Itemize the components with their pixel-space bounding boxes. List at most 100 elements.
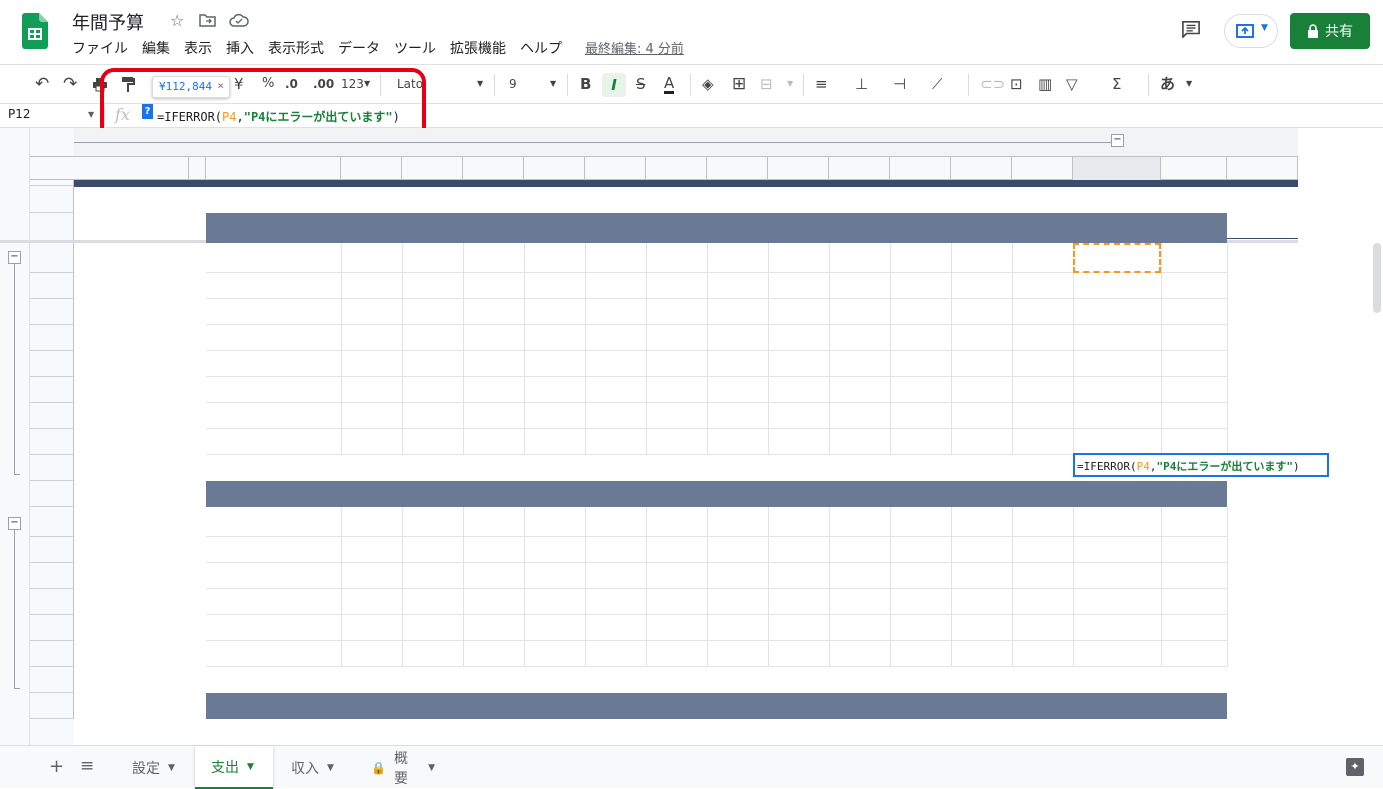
grid-line <box>890 537 891 563</box>
column-header-g[interactable] <box>524 157 585 180</box>
group-collapse-button[interactable]: − <box>8 517 21 530</box>
strikethrough-button[interactable]: S <box>636 75 646 93</box>
comment-icon[interactable]: ⊡ <box>1010 75 1023 93</box>
grid-line <box>1073 589 1074 615</box>
grid-line <box>463 641 464 667</box>
column-header-n[interactable] <box>951 157 1012 180</box>
tab-2[interactable]: 支出 ▼ <box>195 746 273 789</box>
column-header-j[interactable] <box>707 157 768 180</box>
row-header[interactable] <box>30 243 74 273</box>
active-cell-editor[interactable]: =IFERROR(P4,"P4にエラーが出ています") <box>1073 453 1329 477</box>
row-header[interactable] <box>30 507 74 537</box>
row-header[interactable] <box>30 351 74 377</box>
column-header-o[interactable] <box>1012 157 1073 180</box>
italic-button[interactable]: I <box>602 73 626 97</box>
menu-file[interactable]: ファイル <box>72 38 128 58</box>
tab-3[interactable]: 収入 ▼ <box>275 746 353 789</box>
chart-icon[interactable]: ▥ <box>1038 75 1052 93</box>
star-icon[interactable]: ☆ <box>170 11 184 30</box>
row-header[interactable] <box>30 641 74 667</box>
grid-line <box>707 243 708 273</box>
column-header-f[interactable] <box>463 157 524 180</box>
row-header[interactable] <box>30 537 74 563</box>
merge-cells-icon[interactable]: ⊟ <box>760 75 773 93</box>
tab-4[interactable]: 🔒 概要 ▼ <box>355 746 451 789</box>
chevron-down-icon: ▼ <box>247 761 254 772</box>
column-header-h[interactable] <box>585 157 646 180</box>
tab-1[interactable]: 設定 ▼ <box>116 746 196 789</box>
last-edit-link[interactable]: 最終編集: 4 分前 <box>585 38 684 57</box>
menu-extensions[interactable]: 拡張機能 <box>450 38 506 58</box>
column-header-r[interactable] <box>1227 157 1298 180</box>
group-bracket <box>14 264 15 474</box>
vertical-scrollbar[interactable] <box>1373 243 1381 313</box>
row-header[interactable] <box>30 455 74 481</box>
text-color-button[interactable]: A <box>664 75 675 94</box>
menu-data[interactable]: データ <box>338 38 380 58</box>
grid-line <box>1227 589 1228 615</box>
row-header[interactable] <box>30 615 74 641</box>
menu-view[interactable]: 表示 <box>184 38 212 58</box>
grid-line <box>402 507 403 537</box>
row-header[interactable] <box>30 299 74 325</box>
row-header[interactable] <box>30 377 74 403</box>
row-header[interactable] <box>30 667 74 693</box>
row-header[interactable] <box>30 589 74 615</box>
column-header-b[interactable] <box>189 157 206 180</box>
explore-icon[interactable]: ✦ <box>1346 758 1364 776</box>
document-title[interactable]: 年間予算 <box>72 9 144 35</box>
column-header-e[interactable] <box>402 157 463 180</box>
vertical-align-icon[interactable]: ⊥ <box>855 75 868 93</box>
column-header-d[interactable] <box>341 157 402 180</box>
column-header-k[interactable] <box>768 157 829 180</box>
menu-tools[interactable]: ツール <box>394 38 436 58</box>
column-header-p[interactable] <box>1073 157 1161 180</box>
collapse-group-button[interactable]: − <box>1111 134 1124 147</box>
sheets-logo-icon[interactable] <box>22 13 48 49</box>
font-size-select[interactable]: 9 <box>509 75 517 93</box>
column-header-i[interactable] <box>646 157 707 180</box>
row-header[interactable] <box>30 325 74 351</box>
column-header-q[interactable] <box>1161 157 1227 180</box>
row-header[interactable] <box>30 273 74 299</box>
redo-icon[interactable]: ↷ <box>63 75 77 93</box>
fill-color-icon[interactable]: ◈ <box>702 75 714 93</box>
undo-icon[interactable]: ↶ <box>35 75 49 93</box>
column-header-l[interactable] <box>829 157 890 180</box>
bold-button[interactable]: B <box>580 75 591 93</box>
row-header[interactable] <box>30 403 74 429</box>
row-header[interactable] <box>30 693 74 719</box>
menu-help[interactable]: ヘルプ <box>520 38 562 58</box>
group-collapse-button[interactable]: − <box>8 251 21 264</box>
add-sheet-icon[interactable]: + <box>49 756 64 777</box>
menu-insert[interactable]: 挿入 <box>226 38 254 58</box>
cloud-status-icon[interactable] <box>229 13 249 27</box>
row-header[interactable] <box>30 186 74 213</box>
row-header[interactable] <box>30 563 74 589</box>
row-header[interactable] <box>30 481 74 507</box>
grid-line <box>829 615 830 641</box>
comment-history-icon[interactable] <box>1180 20 1202 38</box>
text-wrap-icon[interactable]: ⊣ <box>893 75 906 93</box>
link-icon[interactable]: ⊂⊃ <box>980 75 1005 93</box>
column-header-m[interactable] <box>890 157 951 180</box>
row-header[interactable] <box>30 213 74 243</box>
all-sheets-icon[interactable]: ≡ <box>80 756 94 776</box>
row-header[interactable] <box>30 429 74 455</box>
borders-icon[interactable]: ⊞ <box>732 75 746 93</box>
present-button[interactable]: ▼ <box>1224 14 1278 48</box>
text-rotation-icon[interactable]: ⟋ <box>932 75 943 93</box>
column-header-c[interactable] <box>206 157 341 180</box>
spreadsheet-grid[interactable]: − =IFERROR(P4,"P4にエラーが出ています") − − <box>0 128 1383 745</box>
move-folder-icon[interactable] <box>199 13 216 27</box>
grid-line <box>585 377 586 403</box>
filter-icon[interactable]: ▽ <box>1066 75 1078 93</box>
name-box[interactable]: P12 <box>8 107 31 121</box>
horizontal-align-icon[interactable]: ≡ <box>815 75 828 93</box>
input-tools-button[interactable]: あ <box>1160 75 1175 93</box>
column-header-a[interactable] <box>74 157 189 180</box>
menu-format[interactable]: 表示形式 <box>268 38 324 58</box>
share-button[interactable]: 共有 <box>1290 13 1370 49</box>
functions-icon[interactable]: Σ <box>1112 75 1121 93</box>
menu-edit[interactable]: 編集 <box>142 38 170 58</box>
